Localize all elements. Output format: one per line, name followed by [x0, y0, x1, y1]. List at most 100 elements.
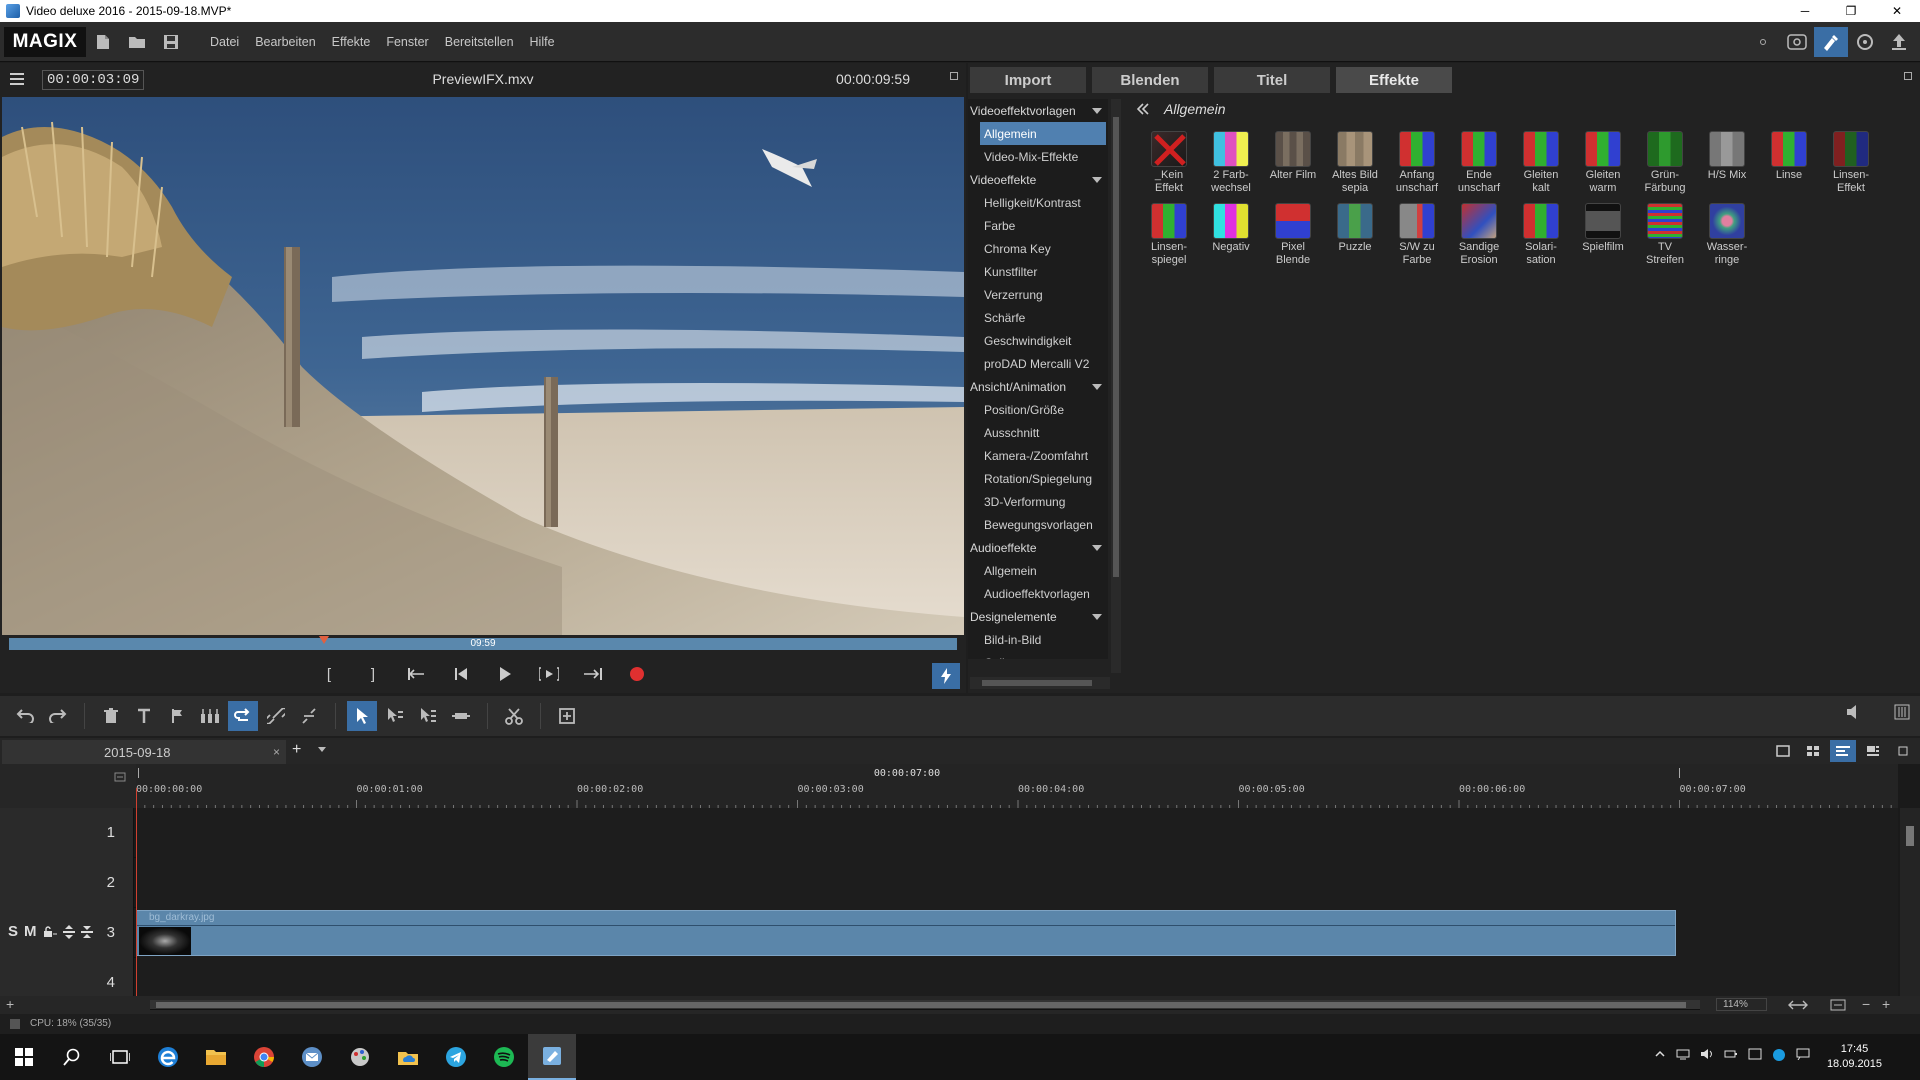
menu-bearbeiten[interactable]: Bearbeiten	[255, 35, 315, 49]
go-to-end-button[interactable]	[579, 660, 607, 688]
spotify-icon[interactable]	[480, 1034, 528, 1080]
tree-item[interactable]: Rotation/Spiegelung	[968, 467, 1108, 490]
effect-tile[interactable]: Spielfilm	[1572, 203, 1634, 267]
split-scene-icon[interactable]	[195, 701, 225, 731]
speaker-icon[interactable]	[1700, 1048, 1714, 1062]
tree-item[interactable]: Position/Größe	[968, 398, 1108, 421]
tree-category[interactable]: Audioeffekte	[968, 536, 1108, 559]
tree-horizontal-scrollbar[interactable]	[970, 677, 1110, 689]
effect-tile[interactable]: Gleiten kalt	[1510, 131, 1572, 195]
video-deluxe-taskbar-icon[interactable]	[528, 1034, 576, 1080]
previous-marker-button[interactable]	[447, 660, 475, 688]
battery-icon[interactable]	[1724, 1048, 1738, 1062]
effect-tile[interactable]: Linse	[1758, 131, 1820, 195]
tree-item[interactable]: Kunstfilter	[968, 260, 1108, 283]
menu-bereitstellen[interactable]: Bereitstellen	[445, 35, 514, 49]
file-explorer-icon[interactable]	[192, 1034, 240, 1080]
maximize-icon[interactable]	[950, 72, 958, 80]
upload-icon[interactable]	[1882, 27, 1916, 57]
tree-scroll-thumb[interactable]	[1113, 117, 1119, 577]
record-button[interactable]	[623, 660, 651, 688]
track-header[interactable]: 2	[0, 858, 134, 908]
new-file-icon[interactable]	[86, 27, 120, 57]
taskbar-clock[interactable]: 17:45 18.09.2015	[1827, 1042, 1882, 1072]
unlink-icon[interactable]	[294, 701, 324, 731]
tree-item[interactable]: Ausschnitt	[968, 421, 1108, 444]
effect-tile[interactable]: Ende unscharf	[1448, 131, 1510, 195]
track-header[interactable]: S M 3	[0, 908, 134, 958]
zoom-fit-screen-icon[interactable]	[1830, 999, 1846, 1011]
collapse-track-icon[interactable]	[80, 925, 93, 939]
timeline-vscroll-thumb[interactable]	[1906, 826, 1914, 846]
play-range-button[interactable]	[535, 660, 563, 688]
add-project-button[interactable]: +	[292, 741, 301, 759]
task-view-icon[interactable]	[96, 1034, 144, 1080]
tree-item[interactable]: Kamera-/Zoomfahrt	[968, 444, 1108, 467]
tree-category[interactable]: Videoeffekte	[968, 168, 1108, 191]
tree-item[interactable]: Schärfe	[968, 306, 1108, 329]
skype-icon[interactable]	[1772, 1048, 1786, 1062]
effect-tile[interactable]: _Kein Effekt	[1138, 131, 1200, 195]
tree-vertical-scrollbar[interactable]	[1111, 99, 1121, 673]
windows-start-icon[interactable]	[0, 1034, 48, 1080]
tree-item[interactable]: Chroma Key	[968, 237, 1108, 260]
telegram-icon[interactable]	[432, 1034, 480, 1080]
mark-in-button[interactable]: [	[315, 660, 343, 688]
expand-arrow-icon[interactable]	[1092, 383, 1102, 390]
tray-chevron-icon[interactable]	[1654, 1048, 1666, 1062]
effect-tile[interactable]: Anfang unscharf	[1386, 131, 1448, 195]
tab-titel[interactable]: Titel	[1214, 67, 1330, 93]
redo-icon[interactable]	[43, 701, 73, 731]
fit-icon[interactable]	[114, 772, 126, 782]
pointer-multi-icon[interactable]	[380, 701, 410, 731]
storyboard-view-icon[interactable]	[1800, 740, 1826, 762]
solo-button[interactable]: S	[8, 923, 18, 940]
effect-tile[interactable]: TV Streifen	[1634, 203, 1696, 267]
tab-import[interactable]: Import	[970, 67, 1086, 93]
track-lane[interactable]	[136, 808, 1898, 858]
small-dot-icon[interactable]	[1746, 27, 1780, 57]
effect-tile[interactable]: H/S Mix	[1696, 131, 1758, 195]
go-to-start-button[interactable]	[403, 660, 431, 688]
timeline-maximize-icon[interactable]	[1890, 740, 1916, 762]
lock-icon[interactable]	[43, 925, 57, 938]
keyboard-layout-icon[interactable]	[1748, 1048, 1762, 1062]
minimize-button[interactable]: ─	[1782, 0, 1828, 22]
render-bolt-icon[interactable]	[932, 663, 960, 689]
effect-tile[interactable]: 2 Farb- wechsel	[1200, 131, 1262, 195]
expand-track-icon[interactable]	[62, 924, 75, 939]
mute-button[interactable]: M	[24, 923, 37, 940]
link-icon[interactable]	[261, 701, 291, 731]
onedrive-folder-icon[interactable]	[384, 1034, 432, 1080]
horizontal-scroll-track[interactable]	[150, 1000, 1700, 1010]
zoom-fit-width-icon[interactable]	[1788, 999, 1808, 1011]
pointer-tool-icon[interactable]	[347, 701, 377, 731]
edge-browser-icon[interactable]	[144, 1034, 192, 1080]
effect-tile[interactable]: Negativ	[1200, 203, 1262, 267]
timeline-ruler[interactable]: 00:00:07:00 00:00:00:00 00:00:01:00 00:00:…	[136, 764, 1898, 808]
save-icon[interactable]	[154, 27, 188, 57]
effects-mode-icon[interactable]	[1814, 26, 1848, 57]
marker-flag-icon[interactable]	[162, 701, 192, 731]
preview-scrub-bar[interactable]: 09:59	[8, 636, 958, 651]
mark-out-button[interactable]: ]	[359, 660, 387, 688]
project-tab[interactable]: 2015-09-18 ×	[2, 740, 286, 764]
network-icon[interactable]	[1676, 1048, 1690, 1062]
zoom-in-icon[interactable]: +	[1882, 996, 1890, 1012]
mixer-icon[interactable]	[1894, 704, 1910, 720]
expand-arrow-icon[interactable]	[1092, 176, 1102, 183]
tree-item[interactable]: 3D-Verformung	[968, 490, 1108, 513]
tree-item[interactable]: Bild-in-Bild	[968, 628, 1108, 651]
track-lane[interactable]	[136, 858, 1898, 908]
effect-tile[interactable]: Linsen- Effekt	[1820, 131, 1882, 195]
add-track-icon[interactable]: +	[6, 996, 14, 1012]
close-button[interactable]: ✕	[1874, 0, 1920, 22]
tree-item[interactable]: Audioeffektvorlagen	[968, 582, 1108, 605]
open-folder-icon[interactable]	[120, 27, 154, 57]
loop-icon[interactable]	[228, 701, 258, 731]
effect-tile[interactable]: Pixel Blende	[1262, 203, 1324, 267]
tab-blenden[interactable]: Blenden	[1092, 67, 1208, 93]
delete-icon[interactable]	[96, 701, 126, 731]
effect-tile[interactable]: Puzzle	[1324, 203, 1386, 267]
track-header[interactable]: 1	[0, 808, 134, 858]
